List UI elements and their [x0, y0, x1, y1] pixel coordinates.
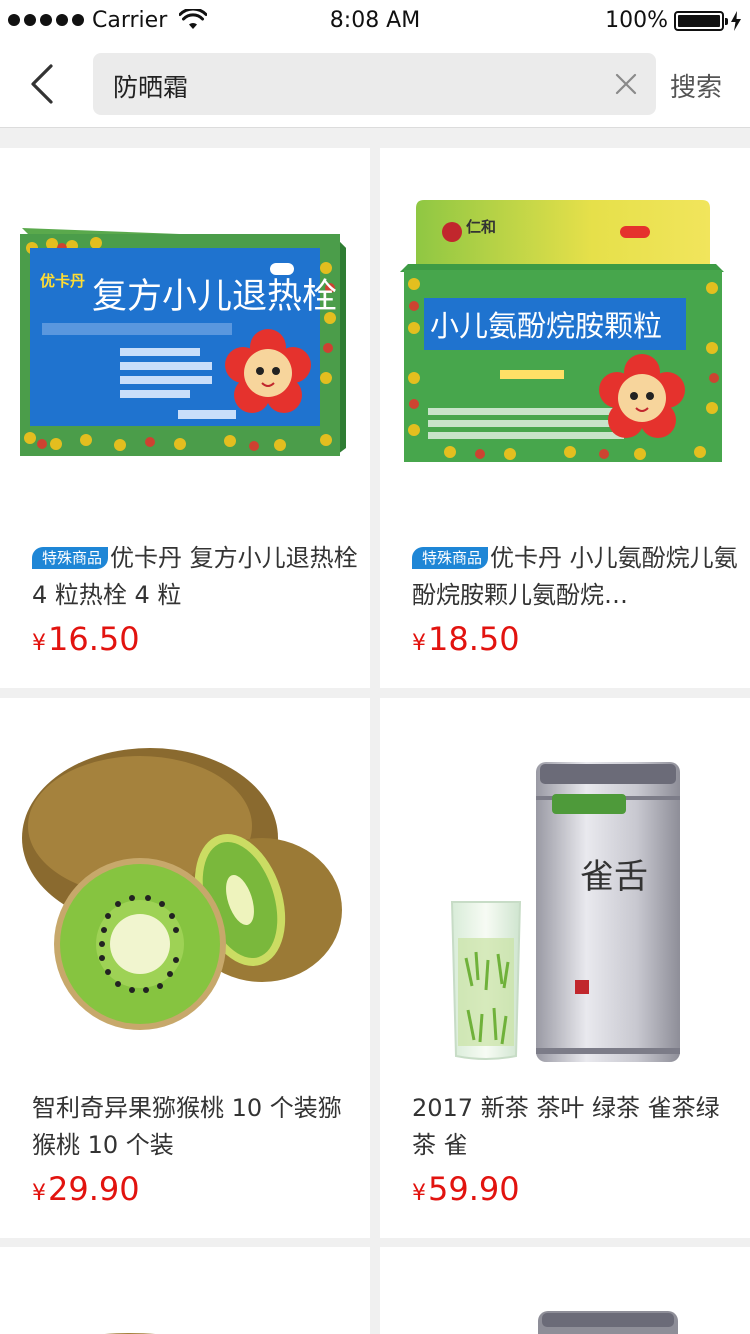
- product-title: 智利奇异果猕猴桃 10 个装猕猴桃 10 个装: [32, 1094, 342, 1159]
- clear-search-button[interactable]: [610, 68, 642, 100]
- chevron-left-icon: [31, 64, 53, 104]
- carrier-label: Carrier: [92, 7, 168, 33]
- search-query: 防晒霜: [113, 73, 189, 102]
- product-image: 雀舌: [380, 698, 750, 1070]
- can-label: 雀舌: [580, 857, 648, 897]
- special-product-badge: 特殊商品: [412, 547, 489, 569]
- battery-percent: 100%: [605, 8, 668, 33]
- status-bar: Carrier 8:08 AM 100%: [0, 0, 750, 40]
- product-image: 仁和 小儿氨酚烷胺颗粒: [380, 148, 750, 520]
- search-button[interactable]: 搜索: [670, 67, 722, 104]
- product-title: 特殊商品 优卡丹 小儿氨酚烷儿氨酚烷胺颗儿氨酚烷…: [412, 544, 738, 609]
- product-title: 2017 新茶 茶叶 绿茶 雀茶绿茶 雀: [412, 1094, 720, 1159]
- product-price: ¥29.90: [32, 1170, 140, 1208]
- wifi-icon: [179, 9, 208, 29]
- battery-icon: [674, 10, 728, 31]
- product-title: 特殊商品 优卡丹 复方小儿退热栓 4 粒热栓 4 粒: [32, 544, 358, 609]
- product-card[interactable]: 雀舌 2017 新茶 茶叶 绿茶 雀茶绿茶 雀 ¥59.90: [380, 698, 750, 1238]
- special-product-badge: 特殊商品: [32, 547, 109, 569]
- box-title: 小儿氨酚烷胺颗粒: [430, 309, 662, 343]
- search-input[interactable]: 防晒霜: [93, 53, 656, 115]
- product-image: [0, 698, 370, 1070]
- product-card[interactable]: 智利奇异果猕猴桃 10 个装猕猴桃 10 个装 ¥29.90: [0, 698, 370, 1238]
- back-button[interactable]: [18, 60, 66, 108]
- product-card[interactable]: 复方小儿退热栓 优卡丹 特殊商品 优卡丹 复方小儿退热栓 4 粒热栓 4 粒 ¥…: [0, 148, 370, 688]
- box-brand: 优卡丹: [40, 272, 85, 290]
- product-card[interactable]: 仁和 小儿氨酚烷胺颗粒 特殊商品 优卡丹 小儿氨酚烷儿氨酚烷胺颗儿氨酚烷… ¥1…: [380, 148, 750, 688]
- product-price: ¥18.50: [412, 620, 520, 658]
- close-icon: [615, 73, 637, 95]
- product-image: 复方小儿退热栓 优卡丹: [0, 148, 370, 520]
- product-card[interactable]: [0, 1247, 370, 1334]
- brand-logo-text: 仁和: [466, 218, 496, 236]
- product-card[interactable]: [380, 1247, 750, 1334]
- search-header: 防晒霜 搜索: [0, 40, 750, 128]
- product-image: [380, 1247, 750, 1334]
- product-price: ¥16.50: [32, 620, 140, 658]
- charging-icon: [731, 10, 741, 31]
- box-title: 复方小儿退热栓: [92, 277, 337, 317]
- signal-icon: [8, 14, 84, 26]
- product-price: ¥59.90: [412, 1170, 520, 1208]
- product-image: [0, 1247, 370, 1334]
